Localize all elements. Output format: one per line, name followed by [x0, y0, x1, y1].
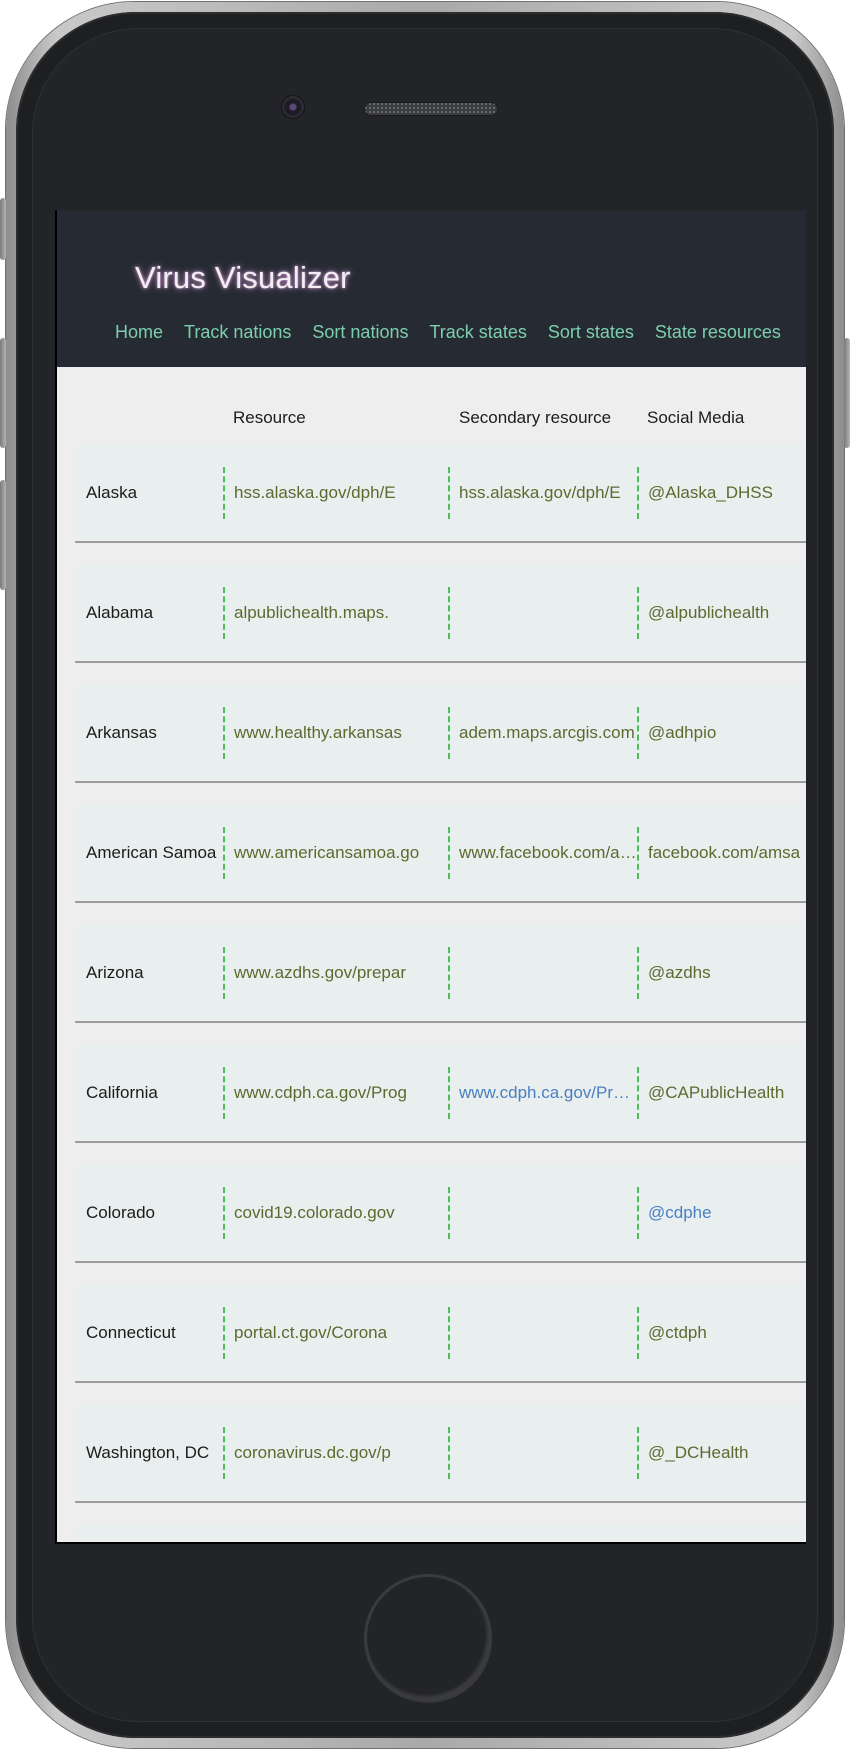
table-row: Alabama alpublichealth.maps. @alpubliche… — [75, 565, 806, 663]
main-nav: Home Track nations Sort nations Track st… — [115, 322, 802, 343]
secondary-resource-link[interactable]: hss.alaska.gov/dph/E — [448, 445, 637, 541]
social-media-link[interactable]: facebook.com/amsa — [637, 805, 806, 901]
table-row: Alaska hss.alaska.gov/dph/E hss.alaska.g… — [75, 445, 806, 543]
social-media-link[interactable]: @ctdph — [637, 1285, 806, 1381]
column-header-secondary-resource: Secondary resource — [459, 408, 612, 427]
table-row: Arizona www.azdhs.gov/prepar @azdhs — [75, 925, 806, 1023]
state-name: Alabama — [86, 603, 154, 622]
resource-link[interactable]: www.cdph.ca.gov/Prog — [223, 1045, 448, 1141]
column-header-social-media: Social Media — [647, 408, 745, 427]
resource-link[interactable]: coronavirus.dc.gov/p — [223, 1405, 448, 1501]
social-media-link[interactable] — [637, 1525, 806, 1542]
state-name: American Samoa — [86, 843, 217, 862]
table-header: Resource Secondary resource Social Media — [57, 408, 806, 438]
resource-link[interactable] — [223, 1525, 448, 1542]
front-camera-icon — [282, 96, 304, 118]
table-row: Washington, DC coronavirus.dc.gov/p @_DC… — [75, 1405, 806, 1503]
resource-link[interactable]: www.healthy.arkansas — [223, 685, 448, 781]
state-name: Arkansas — [86, 723, 157, 742]
table-row — [75, 1525, 806, 1542]
secondary-resource-link[interactable]: www.cdph.ca.gov/Programs — [448, 1045, 637, 1141]
earpiece-speaker — [364, 102, 498, 116]
table-row: American Samoa www.americansamoa.go www.… — [75, 805, 806, 903]
table-row: Arkansas www.healthy.arkansas adem.maps.… — [75, 685, 806, 783]
resource-link[interactable]: covid19.colorado.gov — [223, 1165, 448, 1261]
column-header-resource: Resource — [233, 408, 306, 427]
nav-link-track-states[interactable]: Track states — [429, 322, 526, 343]
state-name — [86, 1525, 226, 1542]
secondary-resource-link[interactable] — [448, 1405, 637, 1501]
social-media-link[interactable]: @cdphe — [637, 1165, 806, 1261]
table-row: Connecticut portal.ct.gov/Corona @ctdph — [75, 1285, 806, 1383]
nav-link-home[interactable]: Home — [115, 322, 163, 343]
table-row: California www.cdph.ca.gov/Prog www.cdph… — [75, 1045, 806, 1143]
state-name: Alaska — [86, 483, 138, 502]
nav-link-track-nations[interactable]: Track nations — [184, 322, 291, 343]
table-row: Colorado covid19.colorado.gov @cdphe — [75, 1165, 806, 1263]
app-title: Virus Visualizer — [135, 260, 351, 295]
resource-link[interactable]: www.azdhs.gov/prepar — [223, 925, 448, 1021]
social-media-link[interactable]: @Alaska_DHSS — [637, 445, 806, 541]
secondary-resource-link[interactable]: adem.maps.arcgis.com — [448, 685, 637, 781]
power-button — [844, 338, 850, 448]
mute-switch — [0, 198, 6, 260]
secondary-resource-link[interactable] — [448, 1525, 637, 1542]
volume-up-button — [0, 338, 6, 448]
state-name: California — [86, 1083, 158, 1102]
secondary-resource-link[interactable]: www.facebook.com/amsa — [448, 805, 637, 901]
app-header: Virus Visualizer Home Track nations Sort… — [57, 210, 806, 367]
app-screen: Virus Visualizer Home Track nations Sort… — [55, 210, 806, 1544]
state-name: Arizona — [86, 963, 144, 982]
nav-link-sort-states[interactable]: Sort states — [548, 322, 634, 343]
social-media-link[interactable]: @CAPublicHealth — [637, 1045, 806, 1141]
nav-link-sort-nations[interactable]: Sort nations — [312, 322, 408, 343]
secondary-resource-link[interactable] — [448, 1165, 637, 1261]
home-button[interactable] — [364, 1574, 492, 1702]
resource-link[interactable]: portal.ct.gov/Corona — [223, 1285, 448, 1381]
state-name: Connecticut — [86, 1323, 176, 1342]
volume-down-button — [0, 480, 6, 590]
secondary-resource-link[interactable] — [448, 925, 637, 1021]
nav-link-state-resources[interactable]: State resources — [655, 322, 781, 343]
social-media-link[interactable]: @adhpio — [637, 685, 806, 781]
social-media-link[interactable]: @alpublichealth — [637, 565, 806, 661]
resource-link[interactable]: alpublichealth.maps. — [223, 565, 448, 661]
resource-link[interactable]: www.americansamoa.go — [223, 805, 448, 901]
social-media-link[interactable]: @azdhs — [637, 925, 806, 1021]
resource-link[interactable]: hss.alaska.gov/dph/E — [223, 445, 448, 541]
secondary-resource-link[interactable] — [448, 565, 637, 661]
resource-table-body: Alaska hss.alaska.gov/dph/E hss.alaska.g… — [75, 445, 806, 1542]
state-name: Washington, DC — [86, 1443, 210, 1462]
secondary-resource-link[interactable] — [448, 1285, 637, 1381]
state-name: Colorado — [86, 1203, 155, 1222]
social-media-link[interactable]: @_DCHealth — [637, 1405, 806, 1501]
